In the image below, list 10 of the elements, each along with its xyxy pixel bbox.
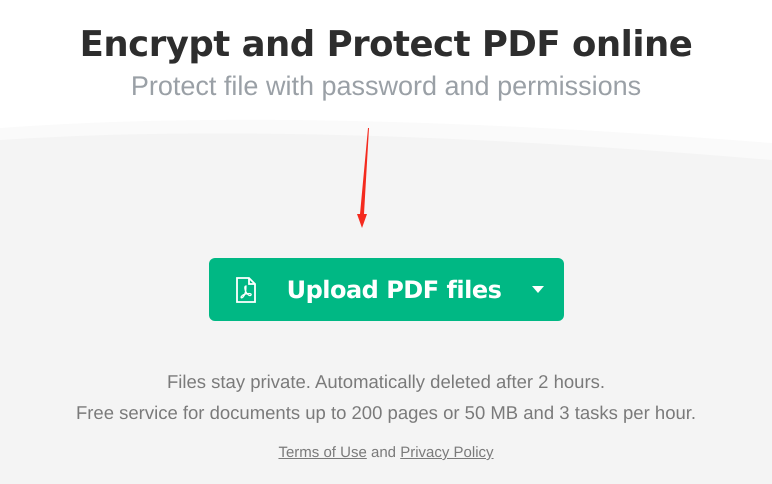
caret-icon [532,286,544,293]
terms-link[interactable]: Terms of Use [278,444,367,461]
upload-button[interactable]: Upload PDF files [208,258,564,321]
info-text: Files stay private. Automatically deleted after 2 hours. [166,371,606,393]
info-text: Free service for documents up to 200 pages or 50 MB and 3 tasks per hour. [76,402,696,424]
legal-text: Terms of Use and Privacy Policy [278,444,494,461]
page-title: Encrypt and Protect PDF online [80,23,692,67]
page-subtitle: Protect file with password and permissions [130,70,642,103]
privacy-link[interactable]: Privacy Policy [400,444,494,461]
pdf-file-icon [234,276,256,304]
